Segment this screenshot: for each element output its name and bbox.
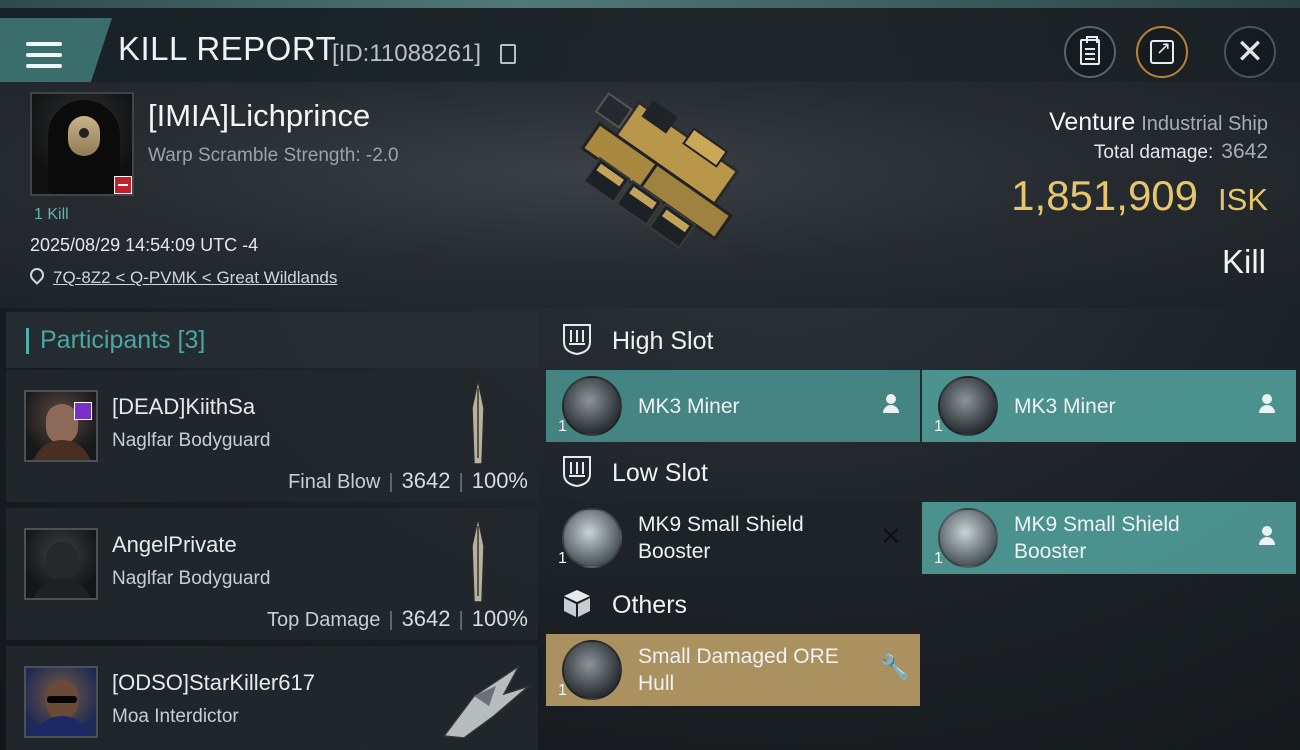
high-slot-icon bbox=[563, 324, 591, 356]
module-quantity: 1 bbox=[558, 418, 567, 435]
clipboard-button[interactable] bbox=[1064, 26, 1116, 78]
participant-name: AngelPrivate bbox=[112, 532, 237, 557]
participants-panel: Participants [3] [DEAD]KiithSa Naglfar B… bbox=[6, 312, 538, 750]
module-card[interactable]: 1 MK9 Small Shield Booster ✕ bbox=[546, 502, 920, 574]
participant-ship-icon bbox=[471, 517, 485, 603]
module-card[interactable]: 1 MK9 Small Shield Booster bbox=[922, 502, 1296, 574]
participant-stats: Final Blow | 3642 | 100% bbox=[288, 468, 528, 493]
module-card[interactable]: 1 MK3 Miner bbox=[922, 370, 1296, 442]
low-slot-header: Low Slot bbox=[546, 444, 1298, 502]
low-slot-title: Low Slot bbox=[612, 459, 708, 487]
total-damage-value: 3642 bbox=[1221, 140, 1268, 163]
module-quantity: 1 bbox=[558, 682, 567, 699]
close-button[interactable]: ✕ bbox=[1224, 26, 1276, 78]
victim-kill-count: 1 Kill bbox=[34, 206, 69, 223]
share-icon bbox=[1150, 38, 1174, 64]
participant-damage: 3642 bbox=[401, 468, 451, 493]
low-slot-icon bbox=[563, 456, 591, 488]
participant-percent: 100% bbox=[471, 606, 528, 631]
kill-id: [ID:11088261] bbox=[332, 40, 482, 67]
top-accent-line bbox=[0, 0, 1300, 8]
close-icon: ✕ bbox=[1235, 33, 1265, 71]
participants-title: Participants [3] bbox=[40, 326, 206, 354]
person-icon bbox=[880, 392, 904, 416]
warp-scramble-strength: Warp Scramble Strength: -2.0 bbox=[148, 145, 399, 166]
shield-booster-icon bbox=[938, 508, 998, 568]
module-quantity: 1 bbox=[934, 550, 943, 567]
miner-icon bbox=[562, 376, 622, 436]
share-button[interactable] bbox=[1136, 26, 1188, 78]
participant-name: [ODSO]StarKiller617 bbox=[112, 670, 315, 695]
module-name: MK3 Miner bbox=[1014, 395, 1116, 418]
menu-button[interactable] bbox=[0, 18, 112, 86]
victim-ship[interactable]: Venture Industrial Ship bbox=[1049, 108, 1268, 137]
participant-avatar bbox=[24, 390, 98, 462]
participant-ship: Moa Interdictor bbox=[112, 706, 239, 727]
isk-value: 1,851,909 ISK bbox=[1011, 172, 1268, 220]
page-title: KILL REPORT bbox=[118, 30, 337, 67]
victim-ship-class: Industrial Ship bbox=[1141, 113, 1268, 135]
module-name-line2: Booster bbox=[638, 540, 711, 563]
module-quantity: 1 bbox=[934, 418, 943, 435]
cargo-box-icon bbox=[564, 590, 590, 617]
participant-ship: Naglfar Bodyguard bbox=[112, 568, 271, 589]
participant-ship: Naglfar Bodyguard bbox=[112, 430, 271, 451]
miner-icon bbox=[938, 376, 998, 436]
module-card[interactable]: 1 MK3 Miner bbox=[546, 370, 920, 442]
victim-ship-image bbox=[580, 92, 740, 250]
wrench-icon: 🔧 bbox=[880, 654, 910, 681]
participant-ship-icon bbox=[471, 379, 485, 465]
participant-ship-icon bbox=[442, 665, 530, 739]
high-slot-header: High Slot bbox=[546, 312, 1298, 370]
others-title: Others bbox=[612, 591, 688, 619]
high-slot-title: High Slot bbox=[612, 327, 714, 355]
participant-avatar bbox=[24, 528, 98, 600]
module-name-line1: MK9 Small Shield bbox=[638, 513, 804, 536]
clipboard-icon bbox=[1080, 36, 1100, 65]
participant-damage: 3642 bbox=[401, 606, 451, 631]
participant-avatar bbox=[24, 666, 98, 738]
header-bar: KILL REPORT [ID:11088261] ✕ bbox=[0, 8, 1300, 86]
shield-booster-icon bbox=[562, 508, 622, 568]
module-card[interactable]: 1 Small Damaged ORE Hull 🔧 bbox=[546, 634, 920, 706]
victim-ship-name: Venture bbox=[1049, 108, 1136, 136]
kill-location-link[interactable]: 7Q-8Z2 < Q-PVMK < Great Wildlands bbox=[53, 268, 337, 288]
person-icon bbox=[1256, 524, 1280, 548]
person-icon bbox=[1256, 392, 1280, 416]
participant-badge bbox=[74, 402, 92, 420]
participant-row[interactable]: [DEAD]KiithSa Naglfar Bodyguard Final Bl… bbox=[6, 370, 538, 502]
participant-role: Top Damage bbox=[266, 609, 381, 631]
participant-row[interactable]: [ODSO]StarKiller617 Moa Interdictor bbox=[6, 646, 538, 750]
isk-amount: 1,851,909 bbox=[1011, 172, 1199, 219]
module-name: MK3 Miner bbox=[638, 395, 740, 418]
participant-name: [DEAD]KiithSa bbox=[112, 394, 256, 419]
isk-unit: ISK bbox=[1218, 182, 1268, 217]
others-header: Others bbox=[546, 576, 1298, 634]
module-name-line1: MK9 Small Shield bbox=[1014, 513, 1180, 536]
module-quantity: 1 bbox=[558, 550, 567, 567]
destroyed-x-icon: ✕ bbox=[880, 521, 902, 551]
participant-row[interactable]: AngelPrivate Naglfar Bodyguard Top Damag… bbox=[6, 508, 538, 640]
module-name-line2: Hull bbox=[638, 672, 675, 695]
copy-icon[interactable] bbox=[500, 44, 516, 64]
module-name-line2: Booster bbox=[1014, 540, 1087, 563]
victim-pilot-name[interactable]: [IMIA]Lichprince bbox=[148, 98, 370, 134]
module-name-line1: Small Damaged ORE bbox=[638, 645, 839, 668]
kill-datetime: 2025/08/29 14:54:09 UTC -4 bbox=[30, 235, 259, 255]
total-damage-label: Total damage: bbox=[1093, 142, 1214, 163]
participant-stats: Top Damage | 3642 | 100% bbox=[266, 606, 528, 631]
status-badge bbox=[114, 176, 132, 194]
report-result: Kill bbox=[1221, 243, 1266, 280]
ore-hull-icon bbox=[562, 640, 622, 700]
menu-icon bbox=[26, 42, 62, 72]
participant-percent: 100% bbox=[471, 468, 528, 493]
participants-header: Participants [3] bbox=[6, 312, 538, 368]
total-damage: Total damage: 3642 bbox=[1094, 140, 1268, 164]
participant-role: Final Blow bbox=[288, 471, 381, 493]
